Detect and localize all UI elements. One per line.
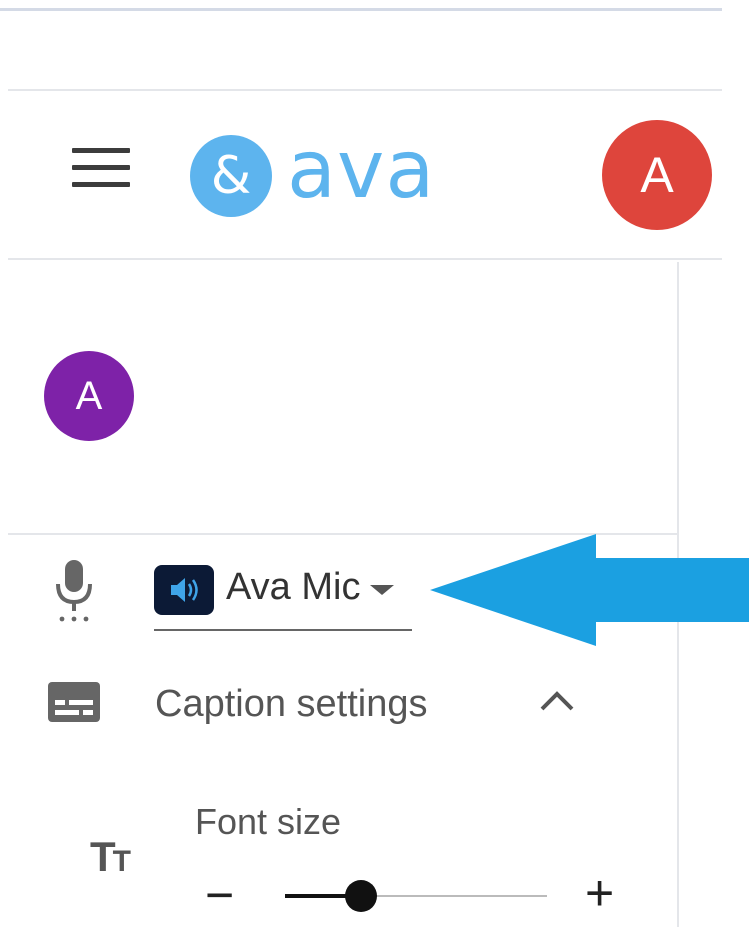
participant-avatar: A — [44, 351, 134, 441]
text-size-icon-small-t: T — [112, 845, 131, 878]
font-size-label: Font size — [195, 801, 342, 842]
user-avatar-initial: A — [640, 147, 674, 203]
chevron-up-icon[interactable] — [537, 688, 577, 714]
header-bottom-divider — [8, 258, 722, 260]
ava-logo-text: ava — [287, 123, 436, 216]
ava-logo-badge: & — [190, 135, 272, 217]
speaker-icon — [154, 565, 214, 615]
top-border — [0, 8, 722, 11]
mic-source-label: Ava Mic — [226, 566, 361, 608]
logo-symbol: & — [210, 146, 252, 206]
hamburger-menu-icon[interactable] — [72, 148, 130, 188]
participant-avatar-initial: A — [75, 373, 103, 418]
annotation-arrow — [430, 534, 749, 646]
slider-thumb[interactable] — [344, 880, 377, 912]
mic-source-dropdown[interactable]: Ava Mic — [154, 561, 412, 631]
text-size-icon: TT — [90, 832, 131, 887]
font-size-slider[interactable] — [285, 878, 547, 914]
microphone-icon — [56, 560, 92, 622]
caption-settings-label[interactable]: Caption settings — [155, 682, 428, 726]
font-size-decrease-button[interactable]: − — [205, 870, 234, 920]
caret-down-icon — [370, 585, 394, 595]
text-size-icon-large-t: T — [90, 833, 116, 880]
user-avatar[interactable]: A — [602, 120, 712, 230]
closed-caption-icon — [48, 682, 100, 722]
header-top-divider — [8, 89, 722, 91]
font-size-increase-button[interactable]: + — [585, 868, 614, 918]
